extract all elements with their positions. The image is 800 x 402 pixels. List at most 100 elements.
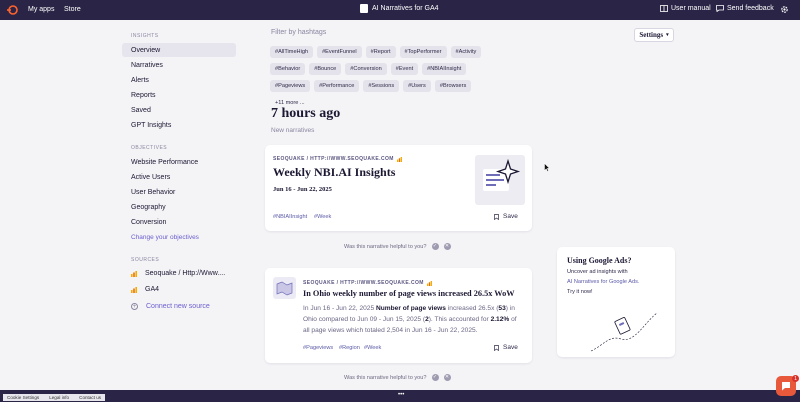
hashtag-filter[interactable]: #Sessions bbox=[363, 80, 400, 92]
save-button[interactable]: Save bbox=[494, 344, 518, 351]
card-hashtag[interactable]: #Region bbox=[339, 345, 360, 351]
user-manual-label: User manual bbox=[671, 5, 711, 12]
hashtag-filter[interactable]: #NBIAIInsight bbox=[422, 63, 467, 75]
hashtag-filter[interactable]: #AllTimeHigh bbox=[270, 46, 314, 58]
send-feedback-button[interactable]: Send feedback bbox=[716, 5, 774, 12]
close-icon[interactable]: ✕ bbox=[443, 374, 451, 381]
book-icon bbox=[660, 5, 668, 12]
metric-value: 2.12% bbox=[490, 316, 510, 323]
map-icon bbox=[276, 281, 293, 296]
narrative-body: In Jun 16 - Jun 22, 2025 Number of page … bbox=[303, 303, 525, 336]
metric-value: 53 bbox=[498, 305, 506, 312]
more-dots-icon[interactable]: ••• bbox=[398, 392, 404, 398]
card-title[interactable]: In Ohio weekly number of page views incr… bbox=[303, 289, 515, 298]
card-hashtag[interactable]: #Week bbox=[314, 214, 331, 220]
thumbs-up-icon[interactable]: ✓ bbox=[431, 374, 439, 381]
sidebar-item-geography[interactable]: Geography bbox=[122, 200, 236, 214]
save-label: Save bbox=[503, 213, 518, 220]
hashtag-filter[interactable]: #Pageviews bbox=[270, 80, 311, 92]
hashtag-filter[interactable]: #Performance bbox=[314, 80, 360, 92]
body-text-part: increased 26.5x ( bbox=[447, 305, 499, 312]
google-ads-promo: Using Google Ads? Uncover ad insights wi… bbox=[557, 247, 675, 357]
metric-name: Number of page views bbox=[375, 305, 446, 312]
promo-title: Using Google Ads? bbox=[567, 256, 632, 265]
sidebar-item-user-behavior[interactable]: User Behavior bbox=[122, 185, 236, 199]
bookmark-icon bbox=[494, 213, 499, 220]
thumbs-up-icon[interactable]: ✓ bbox=[431, 243, 439, 250]
sidebar-item-overview[interactable]: Overview bbox=[122, 43, 236, 57]
sidebar-item-alerts[interactable]: Alerts bbox=[122, 73, 236, 87]
ga-bar-icon bbox=[426, 280, 432, 286]
hashtag-filter-list: #AllTimeHigh #EventFunnel #Report #TopPe… bbox=[270, 46, 510, 109]
helpful-feedback: Was this narrative helpful to you? ✓ ✕ bbox=[344, 243, 451, 250]
helpful-question: Was this narrative helpful to you? bbox=[344, 243, 427, 250]
helpful-feedback: Was this narrative helpful to you? ✓ ✕ bbox=[344, 374, 451, 381]
promo-line: Try it now! bbox=[567, 289, 593, 295]
hashtag-filter[interactable]: #Behavior bbox=[270, 63, 306, 75]
app-title-text: AI Narratives for GA4 bbox=[372, 5, 439, 12]
chat-bubble-icon bbox=[716, 5, 724, 12]
hashtag-filter[interactable]: #Event bbox=[390, 63, 419, 75]
source-item-ga4[interactable]: GA4 bbox=[131, 286, 159, 293]
sparkle-document-icon bbox=[483, 158, 521, 191]
card-source-label: SEOQUAKE / HTTP://WWW.SEOQUAKE.COM bbox=[303, 280, 424, 286]
hashtag-filter[interactable]: #EventFunnel bbox=[317, 46, 362, 58]
ga-bar-icon bbox=[131, 286, 137, 293]
sidebar-item-narratives[interactable]: Narratives bbox=[122, 58, 236, 72]
settings-dropdown[interactable]: Settings ▾ bbox=[634, 28, 674, 42]
change-objectives-link[interactable]: Change your objectives bbox=[131, 234, 199, 241]
top-bar: My apps Store AI Narratives for GA4 User… bbox=[0, 0, 800, 20]
card-title[interactable]: Weekly NBI.AI Insights bbox=[273, 165, 395, 180]
sidebar-item-active-users[interactable]: Active Users bbox=[122, 170, 236, 184]
card-source: SEOQUAKE / HTTP://WWW.SEOQUAKE.COM bbox=[273, 156, 402, 162]
filter-title: Filter by hashtags bbox=[271, 29, 327, 36]
contact-us-link[interactable]: Contact us bbox=[79, 395, 101, 400]
semrush-logo-icon[interactable] bbox=[6, 4, 18, 16]
hashtag-filter[interactable]: #Report bbox=[365, 46, 396, 58]
settings-label: Settings bbox=[639, 31, 664, 39]
google-ads-link[interactable]: AI Narratives for Google Ads. bbox=[567, 277, 671, 287]
source-label-seoquake: Seoquake / Http://Www.... bbox=[145, 270, 226, 277]
save-button[interactable]: Save bbox=[494, 213, 518, 220]
legal-info-link[interactable]: Legal info bbox=[49, 395, 69, 400]
card-hashtag[interactable]: #Pageviews bbox=[303, 345, 333, 351]
promo-line: Uncover ad insights with bbox=[567, 269, 628, 275]
cookie-settings-link[interactable]: Cookie Settings bbox=[7, 395, 39, 400]
sources-section-label: SOURCES bbox=[131, 257, 160, 263]
store-link[interactable]: Store bbox=[64, 6, 81, 13]
helpful-question: Was this narrative helpful to you? bbox=[344, 374, 427, 381]
hashtag-filter[interactable]: #Activity bbox=[450, 46, 482, 58]
card-hashtag[interactable]: #NBIAIInsight bbox=[273, 214, 307, 220]
source-item-seoquake[interactable]: Seoquake / Http://Www.... bbox=[131, 270, 225, 277]
sidebar-item-reports[interactable]: Reports bbox=[122, 88, 236, 102]
body-text-part: ). This accounted for bbox=[428, 316, 489, 323]
hashtag-filter[interactable]: #Users bbox=[403, 80, 431, 92]
source-label-ga4: GA4 bbox=[145, 286, 160, 293]
card-hashtag[interactable]: #Week bbox=[364, 345, 381, 351]
sidebar-item-website-performance[interactable]: Website Performance bbox=[122, 155, 236, 169]
close-icon[interactable]: ✕ bbox=[443, 243, 451, 250]
sidebar-item-gpt-insights[interactable]: GPT Insights bbox=[122, 118, 236, 132]
sidebar: INSIGHTS Overview Narratives Alerts Repo… bbox=[120, 20, 240, 390]
sidebar-item-conversion[interactable]: Conversion bbox=[122, 215, 236, 229]
promo-text: Uncover ad insights with AI Narratives f… bbox=[567, 267, 671, 297]
user-manual-button[interactable]: User manual bbox=[660, 5, 711, 12]
hashtag-filter[interactable]: #Browsers bbox=[434, 80, 472, 92]
chevron-down-icon: ▾ bbox=[666, 33, 669, 38]
hashtag-filter[interactable]: #TopPerformer bbox=[399, 46, 447, 58]
new-narratives-label: New narratives bbox=[271, 127, 315, 134]
narrative-card[interactable]: SEOQUAKE / HTTP://WWW.SEOQUAKE.COM Weekl… bbox=[265, 145, 532, 231]
objectives-section-label: OBJECTIVES bbox=[131, 145, 168, 151]
hashtag-filter[interactable]: #Bounce bbox=[309, 63, 342, 75]
my-apps-link[interactable]: My apps bbox=[28, 6, 54, 13]
time-heading: 7 hours ago bbox=[271, 106, 341, 121]
map-thumbnail bbox=[273, 277, 296, 299]
connect-source-button[interactable]: + Connect new source bbox=[131, 303, 210, 310]
hashtag-filter[interactable]: #Conversion bbox=[345, 63, 387, 75]
card-source: SEOQUAKE / HTTP://WWW.SEOQUAKE.COM bbox=[303, 280, 432, 286]
bottom-bar: ••• bbox=[0, 390, 800, 402]
send-feedback-label: Send feedback bbox=[727, 5, 774, 12]
gear-icon[interactable] bbox=[780, 5, 789, 14]
sidebar-item-saved[interactable]: Saved bbox=[122, 103, 236, 117]
app-icon bbox=[360, 4, 368, 13]
